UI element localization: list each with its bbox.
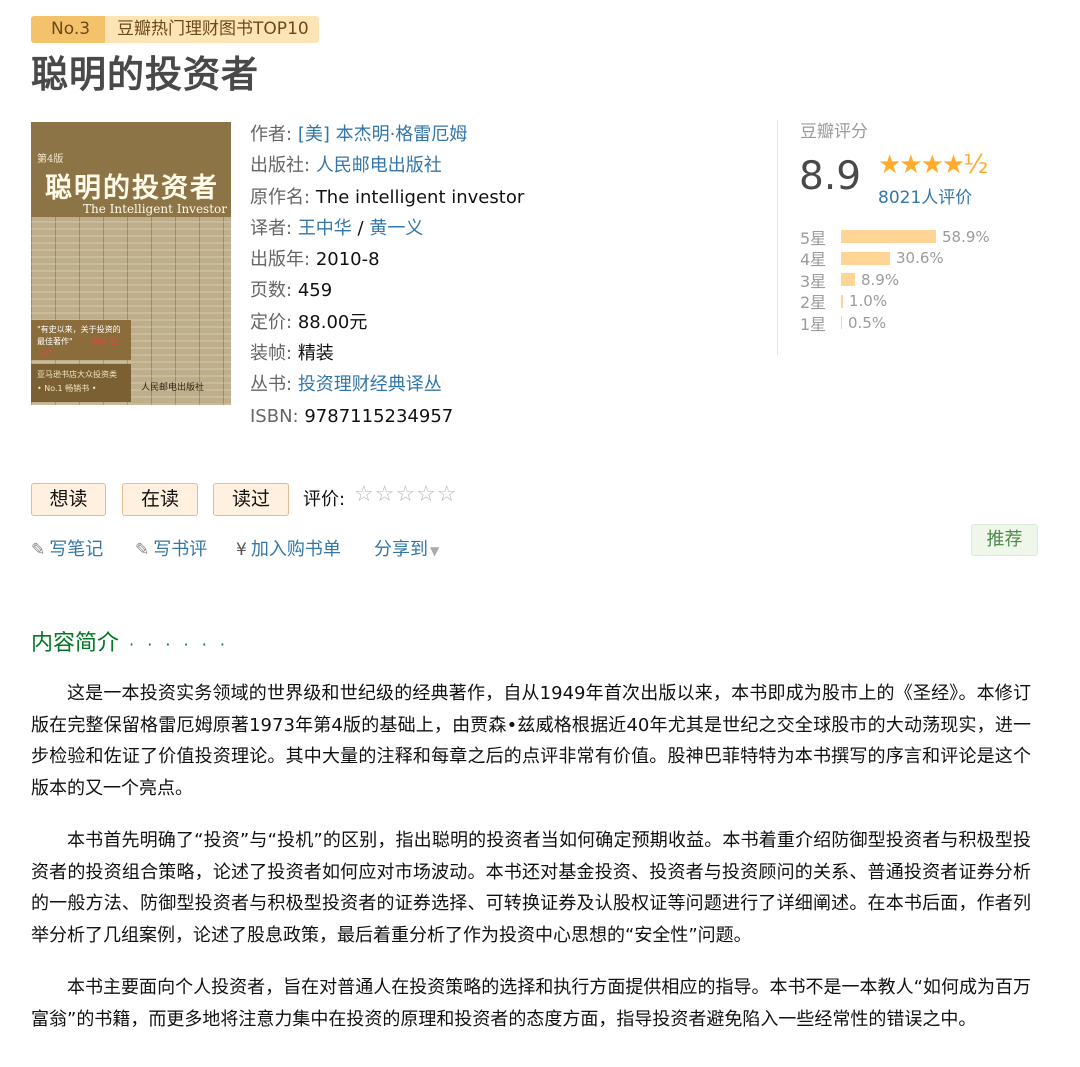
intro-heading: 内容简介 · · · · · · — [31, 625, 229, 657]
histogram-row: 5星 58.9% — [800, 226, 990, 248]
histogram-star-label: 4星 — [800, 250, 827, 270]
share-dropdown[interactable]: 分享到 ▼ — [374, 535, 439, 561]
publisher-link[interactable]: 人民邮电出版社 — [316, 155, 442, 176]
info-translator: 译者: 王中华 / 黄一义 — [250, 213, 524, 244]
histogram-bar — [841, 230, 936, 244]
isbn-value: 9787115234957 — [304, 405, 454, 427]
add-to-cart-label: 加入购书单 — [250, 539, 341, 560]
info-binding: 装帧: 精装 — [250, 338, 524, 369]
histogram-star-label: 5星 — [800, 228, 827, 248]
yen-icon: ¥ — [236, 540, 247, 560]
author-link[interactable]: [美] 本杰明·格雷厄姆 — [298, 124, 468, 145]
binding-value: 精装 — [297, 343, 334, 365]
info-original-title: 原作名: The intelligent investor — [250, 182, 524, 213]
histogram-star-label: 3星 — [800, 271, 827, 291]
year-label: 出版年: — [250, 249, 311, 271]
cover-publisher: 人民邮电出版社 — [141, 383, 205, 393]
binding-label: 装帧: — [250, 343, 293, 365]
pages-label: 页数: — [250, 280, 293, 302]
rating-divider — [777, 120, 778, 355]
histogram-row: 4星 30.6% — [800, 248, 990, 270]
histogram-bar — [841, 316, 842, 330]
rating-histogram: 5星 58.9% 4星 30.6% 3星 8.9% 2星 1.0% 1星 0.5% — [800, 226, 990, 334]
translator-link-2[interactable]: 黄一义 — [369, 218, 423, 239]
histogram-bar — [841, 294, 843, 308]
badge-list-name: 豆瓣热门理财图书TOP10 — [105, 16, 319, 43]
book-title: 聪明的投资者 — [31, 53, 259, 96]
write-review-link[interactable]: ✎ 写书评 — [135, 535, 207, 561]
intro-heading-text: 内容简介 — [31, 631, 120, 656]
write-note-link[interactable]: ✎ 写笔记 — [31, 535, 103, 561]
cover-seller-line2: • No.1 畅销书 • — [37, 384, 97, 393]
intro-paragraph: 这是一本投资实务领域的世界级和世纪级的经典著作，自从1949年首次出版以来，本书… — [31, 683, 1031, 799]
info-pages: 页数: 459 — [250, 275, 524, 306]
cover-seller-line1: 亚马逊书店大众投资类 — [37, 370, 117, 379]
book-info: 作者: [美] 本杰明·格雷厄姆 出版社: 人民邮电出版社 原作名: The i… — [250, 119, 524, 432]
histogram-row: 3星 8.9% — [800, 269, 990, 291]
rate-stars-icon[interactable]: ☆☆☆☆☆ — [354, 482, 458, 507]
rating-label: 豆瓣评分 — [800, 122, 868, 142]
histogram-percent: 8.9% — [861, 270, 900, 289]
cover-bestseller: 亚马逊书店大众投资类 • No.1 畅销书 • — [31, 364, 131, 402]
cover-subtitle: The Intelligent Investor — [83, 202, 227, 216]
translator-link-1[interactable]: 王中华 — [298, 218, 352, 239]
pencil-icon: ✎ — [31, 540, 46, 560]
book-cover[interactable]: 第4版 聪明的投资者 The Intelligent Investor "有史以… — [31, 122, 231, 405]
rate-label: 评价: — [303, 489, 346, 510]
rating-score: 8.9 — [799, 154, 862, 199]
histogram-star-label: 2星 — [800, 293, 827, 313]
share-label: 分享到 — [374, 539, 428, 560]
intro-paragraph: 本书主要面向个人投资者，旨在对普通人在投资策略的选择和执行方面提供相应的指导。本… — [31, 977, 1031, 1030]
histogram-percent: 58.9% — [942, 227, 990, 246]
info-isbn: ISBN: 9787115234957 — [250, 401, 524, 432]
cover-quote: "有史以来，关于投资的最佳著作" ——沃伦·巴菲特 — [31, 320, 131, 360]
original-label: 原作名: — [250, 186, 311, 208]
info-series: 丛书: 投资理财经典译丛 — [250, 369, 524, 400]
top10-badge[interactable]: No.3 豆瓣热门理财图书TOP10 — [31, 16, 319, 43]
price-label: 定价: — [250, 311, 293, 333]
info-price: 定价: 88.00元 — [250, 307, 524, 338]
histogram-row: 1星 0.5% — [800, 312, 990, 334]
write-review-label: 写书评 — [153, 539, 208, 560]
badge-rank: No.3 — [31, 16, 106, 43]
year-value: 2010-8 — [315, 249, 380, 271]
author-label: 作者: — [250, 124, 293, 145]
series-link[interactable]: 投资理财经典译丛 — [298, 374, 442, 395]
info-publisher: 出版社: 人民邮电出版社 — [250, 150, 524, 181]
histogram-row: 2星 1.0% — [800, 291, 990, 313]
translator-separator: / — [351, 217, 370, 239]
histogram-star-label: 1星 — [800, 314, 827, 334]
original-value: The intelligent investor — [315, 186, 525, 208]
reading-button[interactable]: 在读 — [122, 483, 198, 516]
cover-title: 聪明的投资者 — [45, 173, 219, 204]
cover-edition: 第4版 — [37, 154, 64, 165]
pencil-icon: ✎ — [135, 540, 150, 560]
isbn-label: ISBN: — [250, 405, 299, 427]
pages-value: 459 — [297, 280, 333, 302]
series-label: 丛书: — [250, 374, 293, 396]
rating-stars-icon: ★★★★½ — [878, 150, 988, 180]
intro-body: 这是一本投资实务领域的世界级和世纪级的经典著作，自从1949年首次出版以来，本书… — [31, 678, 1031, 1056]
write-note-label: 写笔记 — [49, 539, 104, 560]
histogram-bar — [841, 251, 890, 265]
intro-heading-dots: · · · · · · — [129, 635, 229, 654]
publisher-label: 出版社: — [250, 155, 311, 177]
price-value: 88.00元 — [297, 311, 368, 333]
translator-label: 译者: — [250, 217, 293, 239]
caret-down-icon: ▼ — [430, 544, 440, 558]
want-to-read-button[interactable]: 想读 — [31, 483, 106, 516]
recommend-button[interactable]: 推荐 — [971, 524, 1038, 556]
info-author: 作者: [美] 本杰明·格雷厄姆 — [250, 119, 524, 150]
add-to-cart-link[interactable]: ¥ 加入购书单 — [236, 535, 341, 561]
info-year: 出版年: 2010-8 — [250, 244, 524, 275]
histogram-percent: 0.5% — [848, 313, 887, 332]
histogram-percent: 30.6% — [896, 249, 944, 268]
histogram-percent: 1.0% — [849, 292, 888, 311]
intro-paragraph: 本书首先明确了“投资”与“投机”的区别，指出聪明的投资者当如何确定预期收益。本书… — [31, 830, 1031, 946]
have-read-button[interactable]: 读过 — [213, 483, 289, 516]
histogram-bar — [841, 273, 855, 287]
rating-count-link[interactable]: 8021人评价 — [878, 183, 972, 208]
